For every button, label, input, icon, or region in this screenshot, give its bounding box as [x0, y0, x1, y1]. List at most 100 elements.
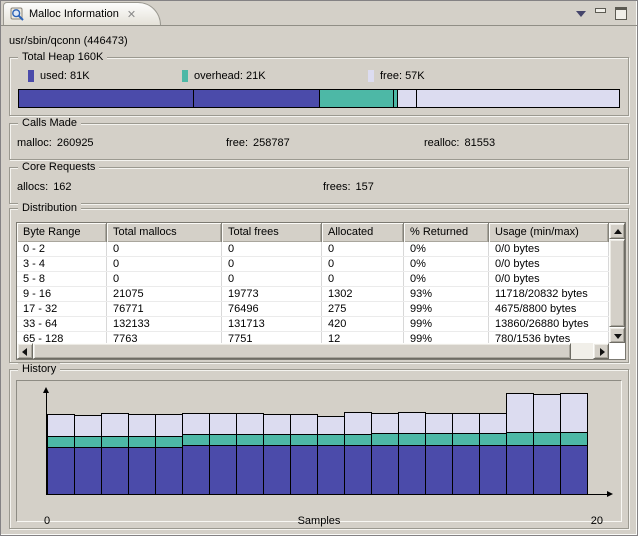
history-bar-segment-overhead: [506, 432, 534, 446]
view-menu-icon[interactable]: [576, 11, 586, 17]
history-bar-segment-used: [425, 445, 453, 495]
history-bar-segment-used: [506, 445, 534, 495]
table-cell: 19773: [222, 287, 322, 301]
tab-malloc-information[interactable]: Malloc Information ✕: [3, 2, 161, 25]
table-cell: 33 - 64: [17, 317, 107, 331]
table-row[interactable]: 0 - 20000%0/0 bytes: [17, 242, 609, 257]
history-bar: [560, 394, 588, 495]
history-bar: [182, 414, 210, 495]
column-header-usage-min-max[interactable]: Usage (min/max): [489, 223, 609, 242]
column-header-total-mallocs[interactable]: Total mallocs: [107, 223, 222, 242]
table-cell: 0: [222, 272, 322, 286]
table-cell: 76771: [107, 302, 222, 316]
legend-swatch-used: [28, 70, 34, 82]
history-bar-segment-used: [47, 447, 75, 495]
history-bar: [506, 394, 534, 495]
history-bar-segment-used: [182, 445, 210, 495]
table-cell: 0/0 bytes: [489, 272, 609, 286]
view-controls: [576, 7, 627, 20]
table-row[interactable]: 33 - 6413213313171342099%13860/26880 byt…: [17, 317, 609, 332]
heap-segment-free: [417, 90, 619, 107]
table-cell: 0: [107, 272, 222, 286]
history-bar: [398, 413, 426, 495]
history-bar: [452, 414, 480, 495]
group-calls-made: Calls Made malloc:260925 free:258787 rea…: [9, 123, 629, 160]
legend-swatch-free: [368, 70, 374, 82]
table-cell: 93%: [404, 287, 489, 301]
malloc-view-icon: [10, 7, 25, 22]
stat-frees: frees:157: [323, 181, 374, 193]
history-bar-segment-free: [209, 413, 237, 435]
table-cell: 9 - 16: [17, 287, 107, 301]
table-cell: 420: [322, 317, 404, 331]
table-row[interactable]: 9 - 162107519773130293%11718/20832 bytes: [17, 287, 609, 302]
column-header-returned[interactable]: % Returned: [404, 223, 489, 242]
history-bar-segment-used: [209, 445, 237, 495]
legend-label: used: 81K: [40, 70, 90, 82]
column-header-byte-range[interactable]: Byte Range: [17, 223, 107, 242]
maximize-icon[interactable]: [615, 7, 627, 20]
history-bar-segment-free: [263, 414, 291, 435]
vertical-scrollbar[interactable]: [609, 223, 625, 343]
table-row[interactable]: 17 - 32767717649627599%4675/8800 bytes: [17, 302, 609, 317]
group-total-heap-label: Total Heap 160K: [18, 51, 107, 63]
minimize-icon[interactable]: [595, 8, 606, 13]
table-cell: 76496: [222, 302, 322, 316]
stat-free: free:258787: [226, 137, 290, 149]
history-bar-segment-free: [101, 413, 129, 437]
history-bar-segment-used: [452, 445, 480, 495]
history-bar: [317, 417, 345, 495]
table-cell: 13860/26880 bytes: [489, 317, 609, 331]
scroll-left-button[interactable]: [17, 343, 33, 359]
table-header-row: Byte RangeTotal mallocsTotal freesAlloca…: [17, 223, 609, 242]
table-cell: 4675/8800 bytes: [489, 302, 609, 316]
table-cell: 21075: [107, 287, 222, 301]
history-bar: [209, 414, 237, 495]
table-cell: 1302: [322, 287, 404, 301]
process-label: usr/sbin/qconn (446473): [9, 35, 128, 47]
horizontal-scrollbar[interactable]: [17, 343, 609, 359]
history-bar-segment-free: [236, 413, 264, 435]
history-bar-segment-used: [128, 447, 156, 495]
history-chart: 0 Samples 20: [16, 380, 622, 522]
table-cell: 0%: [404, 242, 489, 256]
table-row[interactable]: 65 - 128776377511299%780/1536 bytes: [17, 332, 609, 343]
history-bar-segment-free: [74, 415, 102, 437]
left-arrow-icon: [22, 348, 27, 356]
group-core-requests: Core Requests allocs:162 frees:157: [9, 167, 629, 204]
history-bar: [128, 415, 156, 495]
column-header-allocated[interactable]: Allocated: [322, 223, 404, 242]
history-bar-segment-free: [506, 393, 534, 433]
group-calls-made-label: Calls Made: [18, 117, 81, 129]
group-distribution: Distribution Byte RangeTotal mallocsTota…: [9, 208, 629, 363]
tab-close-icon[interactable]: ✕: [127, 8, 136, 21]
legend-label: overhead: 21K: [194, 70, 266, 82]
history-bar: [290, 415, 318, 495]
distribution-table-body: Byte RangeTotal mallocsTotal freesAlloca…: [17, 223, 609, 343]
scroll-down-button[interactable]: [609, 327, 625, 343]
history-bar-segment-overhead: [560, 432, 588, 446]
table-cell: 99%: [404, 302, 489, 316]
scroll-right-button[interactable]: [593, 343, 609, 359]
history-bar-segment-free: [452, 413, 480, 434]
scroll-up-button[interactable]: [609, 223, 625, 239]
history-bar-segment-free: [47, 414, 75, 437]
x-axis-title: Samples: [17, 515, 621, 527]
history-bar-segment-used: [236, 445, 264, 495]
heap-segment-used: [19, 90, 194, 107]
table-cell: 131713: [222, 317, 322, 331]
stat-realloc: realloc:81553: [424, 137, 495, 149]
history-bar: [236, 414, 264, 495]
vertical-scroll-thumb[interactable]: [609, 239, 625, 327]
heap-segment-overhead: [320, 90, 394, 107]
heap-segment-free: [398, 90, 417, 107]
column-header-total-frees[interactable]: Total frees: [222, 223, 322, 242]
history-bar-segment-used: [344, 445, 372, 495]
horizontal-scroll-thumb[interactable]: [33, 343, 571, 359]
malloc-information-view: Malloc Information ✕ usr/sbin/qconn (446…: [0, 0, 638, 536]
table-row[interactable]: 3 - 40000%0/0 bytes: [17, 257, 609, 272]
history-bar-segment-used: [371, 445, 399, 495]
table-row[interactable]: 5 - 80000%0/0 bytes: [17, 272, 609, 287]
table-cell: 12: [322, 332, 404, 343]
heap-usage-bar: [18, 89, 620, 108]
